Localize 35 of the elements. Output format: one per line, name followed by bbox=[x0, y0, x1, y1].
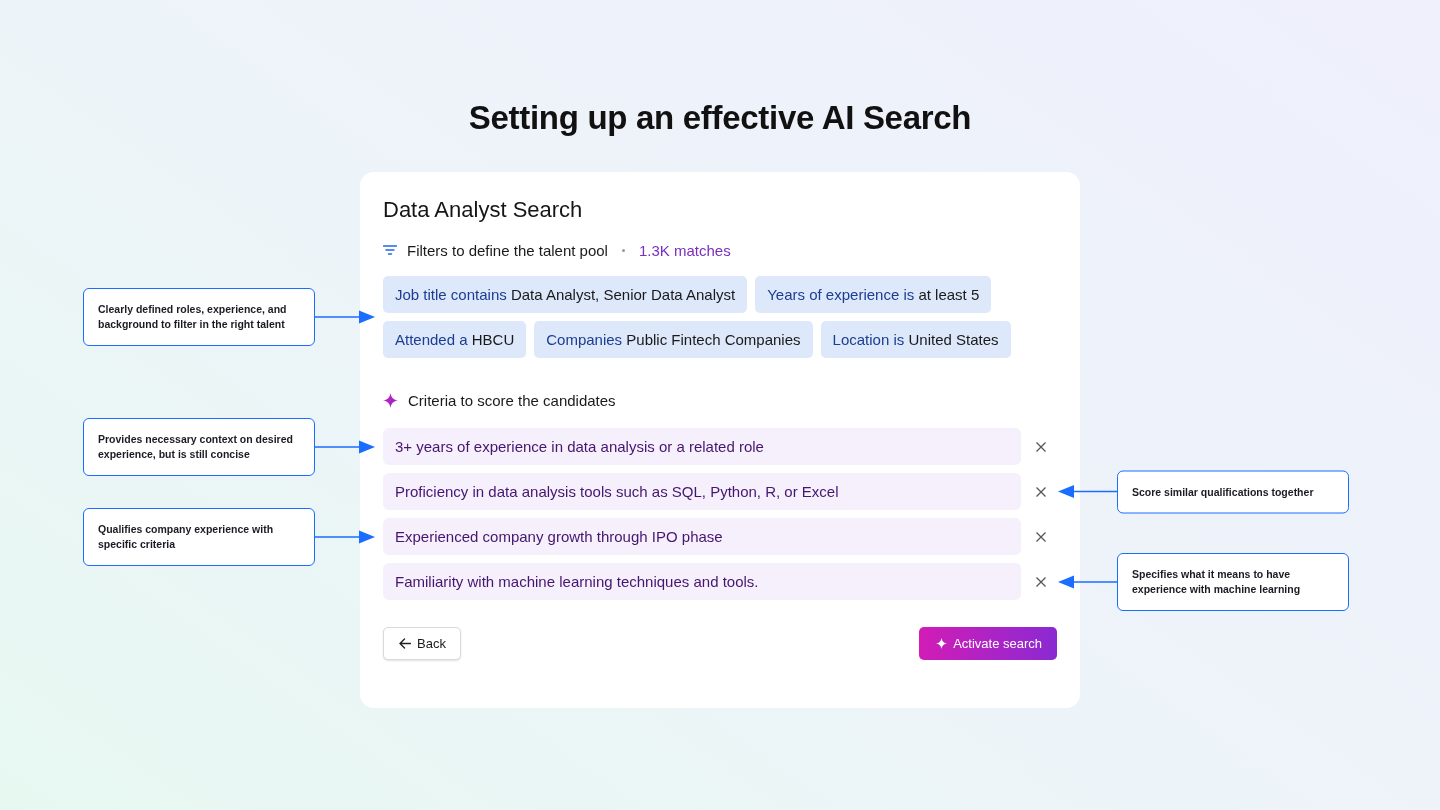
criterion-field[interactable]: Familiarity with machine learning techniques and tools. bbox=[383, 563, 1021, 600]
activate-search-button[interactable]: Activate search bbox=[919, 627, 1057, 660]
filter-chip[interactable]: Companies Public Fintech Companies bbox=[534, 321, 813, 358]
callout: Provides necessary context on desired experience, but is still concise bbox=[83, 417, 315, 476]
callout-arrow bbox=[1058, 574, 1117, 589]
close-icon[interactable] bbox=[1036, 576, 1046, 587]
callout: Clearly defined roles, experience, and background to filter in the right talent bbox=[83, 288, 315, 346]
filter-icon bbox=[383, 245, 397, 255]
search-title: Data Analyst Search bbox=[383, 196, 584, 224]
close-icon[interactable] bbox=[1036, 441, 1046, 452]
criterion-field[interactable]: Experienced company growth through IPO phase bbox=[383, 518, 1021, 555]
callout-arrow bbox=[1058, 484, 1117, 499]
criterion-field[interactable]: Proficiency in data analysis tools such as SQL, Python, R, or Excel bbox=[383, 473, 1021, 510]
callout-arrow bbox=[315, 439, 375, 454]
callout: Score similar qualifications together bbox=[1117, 470, 1349, 513]
back-button[interactable]: Back bbox=[383, 627, 461, 660]
criteria-label: Criteria to score the candidates bbox=[408, 391, 616, 409]
sparkle-icon bbox=[383, 392, 398, 408]
close-icon[interactable] bbox=[1036, 486, 1046, 497]
separator-dot-icon bbox=[621, 248, 625, 252]
filter-chip[interactable]: Years of experience is at least 5 bbox=[755, 276, 992, 313]
arrow-left-icon bbox=[399, 638, 411, 649]
criterion-field[interactable]: 3+ years of experience in data analysis or a related role bbox=[383, 428, 1021, 465]
callout: Specifies what it means to have experience with machine learning bbox=[1117, 552, 1349, 611]
callout-arrow bbox=[315, 310, 375, 324]
page-title: Setting up an effective AI Search bbox=[468, 98, 972, 138]
match-count: 1.3K matches bbox=[638, 241, 731, 259]
close-icon[interactable] bbox=[1036, 531, 1046, 542]
callout: Qualifies company experience with specific criteria bbox=[83, 507, 315, 566]
filter-chip[interactable]: Job title contains Data Analyst, Senior Data Analyst bbox=[383, 276, 748, 313]
filters-label: Filters to define the talent pool bbox=[407, 241, 608, 259]
sparkle-icon bbox=[936, 638, 948, 649]
callout-arrow bbox=[315, 529, 375, 544]
filter-chip[interactable]: Attended a HBCU bbox=[383, 321, 527, 358]
filter-chip[interactable]: Location is United States bbox=[820, 321, 1011, 358]
